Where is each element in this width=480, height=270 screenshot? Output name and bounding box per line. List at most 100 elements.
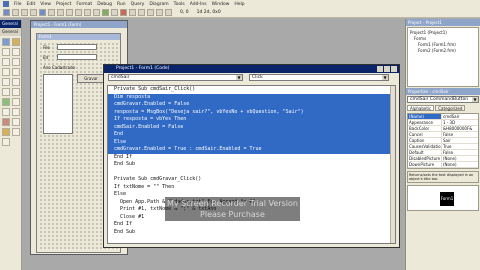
code-line[interactable]: [108, 236, 395, 243]
code-line[interactable]: resposta = MsgBox("Deseja sair?", vbYesN…: [108, 108, 395, 116]
label-ano[interactable]: Ano Cadastrado: [43, 65, 75, 70]
menu-format[interactable]: Format: [76, 2, 92, 7]
code-line[interactable]: cmdGravar.Enabled = False: [108, 101, 395, 109]
property-value[interactable]: Sair: [442, 138, 478, 143]
property-value[interactable]: &H8000000F&: [442, 126, 478, 131]
frame-tool-icon[interactable]: [2, 58, 10, 66]
property-value[interactable]: False: [442, 132, 478, 137]
commandbutton-tool-icon[interactable]: [12, 58, 20, 66]
menu-editor-icon[interactable]: [21, 9, 28, 16]
properties-icon[interactable]: [138, 9, 145, 16]
code-line[interactable]: End If: [108, 154, 395, 162]
pointer-tool-icon[interactable]: [2, 38, 10, 46]
maximize-icon[interactable]: [384, 66, 390, 72]
label-file[interactable]: File: [43, 45, 50, 50]
code-line[interactable]: Private Sub cmdGravar_Click(): [108, 176, 395, 184]
property-value[interactable]: (None): [442, 156, 478, 161]
picturebox-tool-icon[interactable]: [12, 38, 20, 46]
textbox-ed[interactable]: [57, 54, 97, 60]
menu-debug[interactable]: Debug: [97, 2, 112, 7]
code-line[interactable]: cmdGravar.Enabled = True : cmdSair.Enabl…: [108, 146, 395, 154]
paste-icon[interactable]: [66, 9, 73, 16]
property-value[interactable]: True: [442, 144, 478, 149]
menu-addins[interactable]: Add-Ins: [190, 2, 207, 7]
project-explorer-icon[interactable]: [129, 9, 136, 16]
cut-icon[interactable]: [48, 9, 55, 16]
form-layout-window[interactable]: Form1: [407, 185, 479, 211]
code-line[interactable]: End If: [108, 221, 395, 229]
close-icon[interactable]: [391, 66, 397, 72]
ole-tool-icon[interactable]: [2, 138, 10, 146]
tab-alphabetic[interactable]: Alphabetic: [407, 105, 435, 111]
toolbox-icon[interactable]: [165, 9, 172, 16]
menu-view[interactable]: View: [40, 2, 51, 7]
open-icon[interactable]: [30, 9, 37, 16]
code-scrollbar[interactable]: [390, 86, 395, 243]
redo-icon[interactable]: [93, 9, 100, 16]
hscrollbar-tool-icon[interactable]: [2, 88, 10, 96]
menu-query[interactable]: Query: [131, 2, 145, 7]
textbox-nome[interactable]: [57, 44, 97, 50]
object-browser-icon[interactable]: [156, 9, 163, 16]
shape-tool-icon[interactable]: [2, 118, 10, 126]
code-line[interactable]: End: [108, 131, 395, 139]
vscrollbar-tool-icon[interactable]: [12, 88, 20, 96]
chevron-down-icon[interactable]: ▼: [472, 97, 478, 102]
code-line[interactable]: If txtNome = "" Then: [108, 184, 395, 192]
property-value[interactable]: 1 - 3D: [442, 120, 478, 125]
form-layout-thumb[interactable]: Form1: [440, 192, 454, 206]
properties-object-combo[interactable]: cmdSair CommandButton ▼: [407, 96, 479, 103]
checkbox-tool-icon[interactable]: [2, 68, 10, 76]
add-form-icon[interactable]: [12, 9, 19, 16]
property-value[interactable]: False: [442, 150, 478, 155]
menu-diagram[interactable]: Diagram: [149, 2, 168, 7]
filelistbox-tool-icon[interactable]: [12, 108, 20, 116]
code-line[interactable]: End Sub: [108, 229, 395, 237]
optionbutton-tool-icon[interactable]: [12, 68, 20, 76]
break-icon[interactable]: [111, 9, 118, 16]
label-ed[interactable]: Ed: [43, 55, 48, 60]
dirlistbox-tool-icon[interactable]: [2, 108, 10, 116]
code-line[interactable]: If resposta = vbYes Then: [108, 116, 395, 124]
menu-help[interactable]: Help: [234, 2, 244, 7]
property-grid[interactable]: (Name) cmdSair Appearance 1 - 3D BackColor &H…: [407, 113, 479, 169]
end-icon[interactable]: [120, 9, 127, 16]
code-line[interactable]: cmdSair.Enabled = False: [108, 123, 395, 131]
menu-run[interactable]: Run: [117, 2, 126, 7]
gravar-button[interactable]: Gravar: [77, 74, 105, 83]
line-tool-icon[interactable]: [12, 118, 20, 126]
combobox-tool-icon[interactable]: [2, 78, 10, 86]
menu-window[interactable]: Window: [212, 2, 230, 7]
form-layout-icon[interactable]: [147, 9, 154, 16]
code-line[interactable]: End Sub: [108, 161, 395, 169]
code-line[interactable]: Private Sub Command1_Click(): [108, 244, 395, 245]
find-icon[interactable]: [75, 9, 82, 16]
undo-icon[interactable]: [84, 9, 91, 16]
procedure-combo[interactable]: Click ▼: [249, 74, 389, 81]
start-icon[interactable]: [102, 9, 109, 16]
drivelistbox-tool-icon[interactable]: [12, 98, 20, 106]
code-line[interactable]: Dim resposta: [108, 93, 395, 101]
copy-icon[interactable]: [57, 9, 64, 16]
image-tool-icon[interactable]: [2, 128, 10, 136]
property-value[interactable]: cmdSair: [442, 114, 478, 119]
chevron-down-icon[interactable]: ▼: [382, 75, 388, 80]
tree-item-form2[interactable]: Form2 (Form2.frm): [410, 48, 476, 54]
data-tool-icon[interactable]: [12, 128, 20, 136]
textbox-tool-icon[interactable]: [12, 48, 20, 56]
property-row[interactable]: DownPicture (None): [408, 162, 478, 168]
menu-tools[interactable]: Tools: [174, 2, 185, 7]
object-combo[interactable]: cmdSair ▼: [108, 74, 243, 81]
code-line[interactable]: [108, 169, 395, 177]
tab-categorized[interactable]: Categorized: [435, 105, 466, 111]
save-icon[interactable]: [39, 9, 46, 16]
timer-tool-icon[interactable]: [2, 98, 10, 106]
code-line[interactable]: Private Sub cmdSair_Click(): [108, 86, 395, 94]
chevron-down-icon[interactable]: ▼: [236, 75, 242, 80]
project-tree[interactable]: Project1 (Project1) Forms Form1 (Form1.f…: [407, 27, 479, 87]
menu-file[interactable]: File: [14, 2, 22, 7]
label-tool-icon[interactable]: [2, 48, 10, 56]
minimize-icon[interactable]: [377, 66, 383, 72]
listbox-tool-icon[interactable]: [12, 78, 20, 86]
add-project-icon[interactable]: [3, 9, 10, 16]
